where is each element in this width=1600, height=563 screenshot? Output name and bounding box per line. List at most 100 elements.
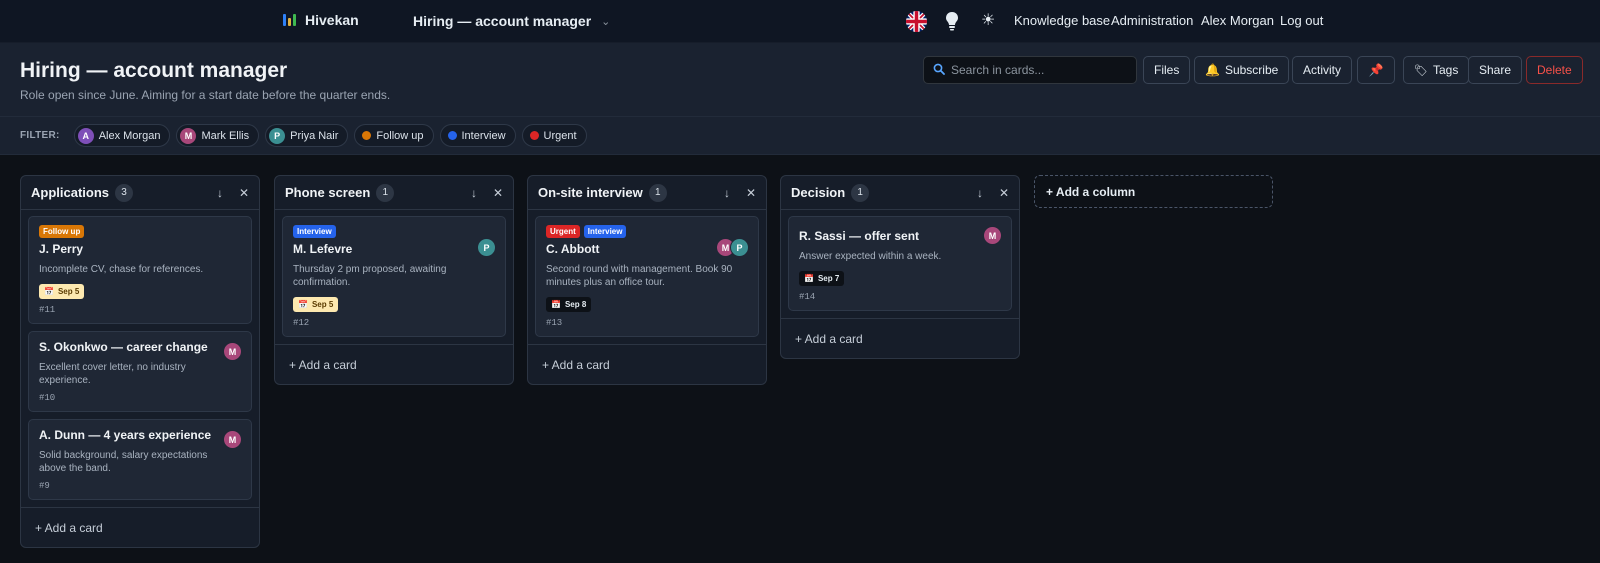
sort-down-icon[interactable]: ↓ [722, 186, 732, 200]
delete-button-label: Delete [1537, 63, 1572, 77]
filter-label-interview[interactable]: Interview [439, 124, 516, 147]
add-card-button[interactable]: + Add a card [275, 344, 513, 384]
search-input[interactable] [951, 63, 1121, 77]
filter-member-priya[interactable]: P Priya Nair [265, 124, 349, 147]
uk-flag-icon[interactable] [906, 11, 927, 32]
card-title: S. Okonkwo — career change [39, 340, 208, 354]
filter-label-urgent[interactable]: Urgent [521, 124, 587, 147]
add-card-button[interactable]: + Add a card [528, 344, 766, 384]
pin-button[interactable]: 📌 [1357, 56, 1395, 84]
card-title: M. Lefevre [293, 242, 353, 256]
close-icon[interactable]: ✕ [746, 186, 756, 200]
activity-button[interactable]: Activity [1292, 56, 1353, 84]
subscribe-button[interactable]: 🔔 Subscribe [1194, 56, 1290, 84]
due-date-text: Sep 5 [57, 287, 80, 296]
due-date-badge: 📅 Sep 7 [799, 271, 845, 286]
calendar-icon: 📅 [44, 287, 54, 296]
filter-member-alex[interactable]: A Alex Morgan [73, 124, 171, 147]
due-date-badge: 📅 Sep 5 [293, 297, 339, 312]
filter-label-follow-up[interactable]: Follow up [354, 124, 434, 147]
card-id: #11 [39, 305, 56, 315]
avatar: M [180, 127, 197, 144]
files-button-label: Files [1154, 63, 1180, 77]
close-icon[interactable]: ✕ [999, 186, 1009, 200]
card-count-badge: 3 [115, 183, 134, 202]
card[interactable]: Interview M. Lefevre P Thursday 2 pm pro… [282, 216, 506, 337]
add-card-button[interactable]: + Add a card [781, 318, 1019, 358]
sort-down-icon[interactable]: ↓ [215, 186, 225, 200]
sun-icon[interactable]: ☀ [981, 11, 999, 31]
column-decision: Decision 1 ↓ ✕ R. Sassi — offer sent M A… [780, 175, 1020, 359]
add-column-button[interactable]: + Add a column [1034, 175, 1273, 208]
close-icon[interactable]: ✕ [239, 186, 249, 200]
filter-member-mark[interactable]: M Mark Ellis [176, 124, 260, 147]
filter-member-label: Mark Ellis [201, 129, 250, 142]
column-on-site-interview: On-site interview 1 ↓ ✕ Urgent Interview… [527, 175, 767, 385]
administration-link[interactable]: Administration [1111, 13, 1193, 28]
due-date-text: Sep 8 [564, 300, 587, 309]
subscribe-button-label: Subscribe [1224, 63, 1279, 77]
board-canvas: Applications 3 ↓ ✕ Follow up J. Perry In… [0, 155, 1600, 563]
column-header: Phone screen 1 ↓ ✕ [275, 176, 513, 210]
tags-button-label: Tags [1432, 63, 1459, 77]
card-description: Incomplete CV, chase for references. [39, 264, 204, 275]
card-description: Answer expected within a week. [799, 251, 942, 262]
calendar-icon: 📅 [804, 274, 814, 283]
card[interactable]: Urgent Interview C. Abbott M P Second ro… [535, 216, 759, 337]
filter-member-label: Priya Nair [290, 129, 339, 142]
avatar: A [77, 127, 94, 144]
filter-member-label: Alex Morgan [98, 129, 161, 142]
sort-down-icon[interactable]: ↓ [469, 186, 479, 200]
board-switcher[interactable]: Hiring — account manager ⌄ [413, 13, 610, 29]
filter-label-text: Interview [461, 129, 506, 142]
column-header: Applications 3 ↓ ✕ [21, 176, 259, 210]
column-header: On-site interview 1 ↓ ✕ [528, 176, 766, 210]
avatar: M [223, 342, 242, 361]
lightbulb-icon[interactable] [944, 11, 960, 31]
logout-link[interactable]: Log out [1280, 13, 1323, 28]
filter-label: FILTER: [20, 130, 60, 141]
board-description: Role open since June. Aiming for a start… [20, 88, 391, 102]
column-title: Decision [791, 185, 846, 200]
avatar: M [223, 430, 242, 449]
column-title: Phone screen [285, 185, 371, 200]
close-icon[interactable]: ✕ [493, 186, 503, 200]
tags-button[interactable]: 🏷 Tags [1403, 56, 1470, 84]
page-title: Hiring — account manager [20, 59, 288, 82]
card-label: Interview [583, 225, 627, 238]
card-id: #10 [39, 393, 56, 403]
card[interactable]: S. Okonkwo — career change M Excellent c… [28, 331, 252, 412]
due-date-badge: 📅 Sep 5 [39, 284, 85, 299]
due-date-text: Sep 5 [311, 300, 334, 309]
add-card-button[interactable]: + Add a card [21, 507, 259, 547]
share-button[interactable]: Share [1468, 56, 1523, 84]
column-title: On-site interview [538, 185, 643, 200]
label-dot-icon [447, 131, 457, 140]
brand-name: Hivekan [305, 12, 359, 28]
files-button[interactable]: Files [1143, 56, 1191, 84]
filter-label-text: Urgent [543, 129, 577, 142]
card-description: Excellent cover letter, no industry expe… [39, 362, 186, 386]
card-search[interactable] [923, 56, 1137, 84]
label-dot-icon [529, 131, 539, 140]
avatar: P [269, 127, 286, 144]
bell-icon: 🔔 [1205, 63, 1220, 77]
card[interactable]: A. Dunn — 4 years experience M Solid bac… [28, 419, 252, 500]
search-icon [933, 63, 945, 78]
board-switcher-label: Hiring — account manager [413, 13, 592, 29]
card-count-badge: 1 [376, 183, 395, 202]
delete-button[interactable]: Delete [1526, 56, 1583, 84]
brand[interactable]: Hivekan [283, 12, 359, 28]
board-header: Hiring — account manager Role open since… [0, 43, 1600, 117]
card-count-badge: 1 [648, 183, 667, 202]
card[interactable]: Follow up J. Perry Incomplete CV, chase … [28, 216, 252, 324]
knowledge-base-link[interactable]: Knowledge base [1014, 13, 1110, 28]
sort-down-icon[interactable]: ↓ [975, 186, 985, 200]
hivekan-logo-icon [283, 14, 296, 26]
user-menu-link[interactable]: Alex Morgan [1201, 13, 1274, 28]
share-button-label: Share [1479, 63, 1512, 77]
card-id: #14 [799, 292, 816, 302]
card[interactable]: R. Sassi — offer sent M Answer expected … [788, 216, 1012, 311]
card-count-badge: 1 [851, 183, 870, 202]
activity-button-label: Activity [1303, 63, 1342, 77]
